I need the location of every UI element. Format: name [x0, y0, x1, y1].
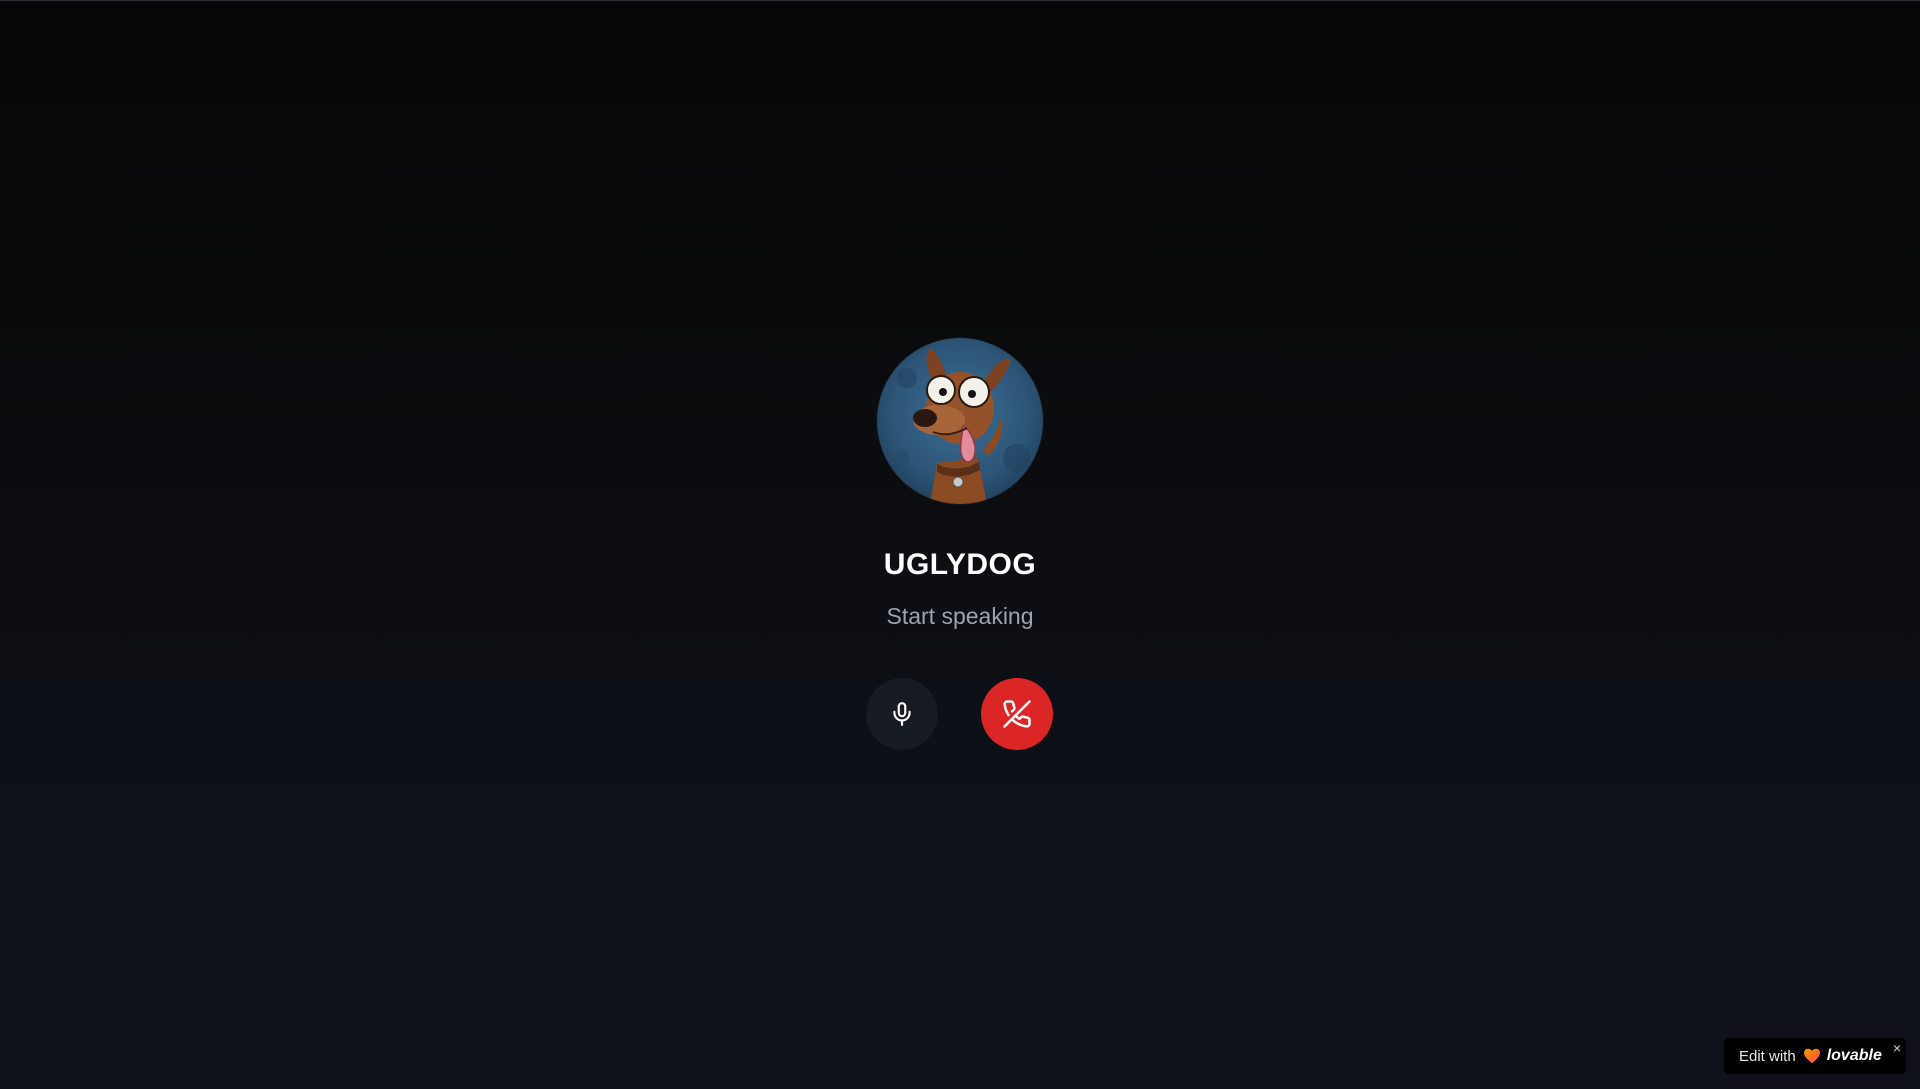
agent-name: UGLYDOG	[883, 548, 1037, 581]
microphone-icon	[893, 702, 911, 726]
end-call-button[interactable]	[981, 678, 1053, 750]
badge-close-icon[interactable]: ×	[1893, 1041, 1901, 1055]
microphone-button[interactable]	[866, 678, 938, 750]
lovable-heart-icon	[1803, 1048, 1821, 1064]
badge-brand-name: lovable	[1826, 1047, 1882, 1064]
edit-with-lovable-badge[interactable]: Edit with lovable ×	[1724, 1038, 1906, 1074]
phone-off-icon	[1003, 700, 1031, 728]
agent-avatar	[877, 338, 1043, 504]
voice-call-screen: UGLYDOG Start speaking	[0, 0, 1920, 1089]
call-status-text: Start speaking	[886, 603, 1034, 629]
dog-illustration-icon	[894, 348, 1031, 504]
badge-edit-with-label: Edit with	[1739, 1047, 1796, 1065]
